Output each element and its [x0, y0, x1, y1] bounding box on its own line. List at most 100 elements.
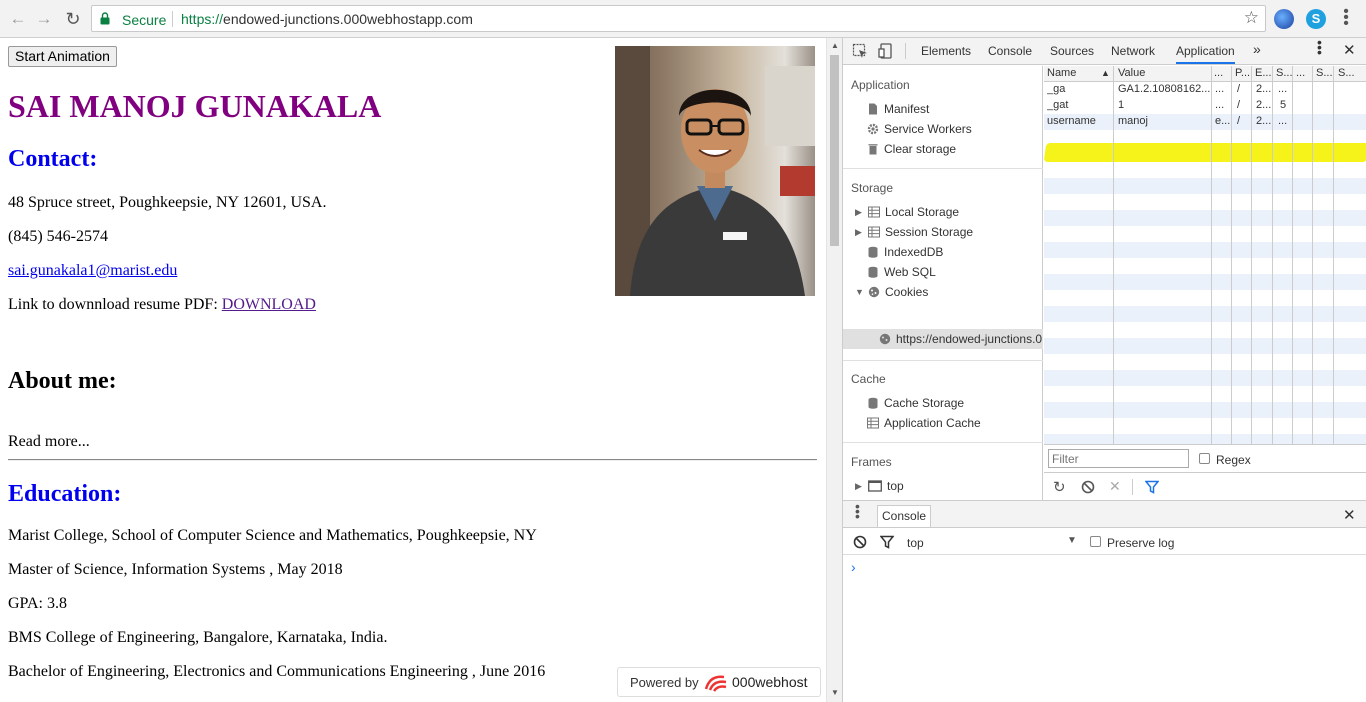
column-divider[interactable] — [1272, 66, 1273, 444]
edu-line: Marist College, School of Computer Scien… — [8, 527, 537, 544]
sidebar-item-indexeddb[interactable]: IndexedDB — [867, 245, 943, 259]
devtools-menu-icon[interactable]: • • • — [1317, 35, 1322, 59]
sort-ascending-icon[interactable]: ▲ — [1101, 68, 1110, 78]
browser-toolbar: ← → ↻ Secure https://endowed-junctions.0… — [0, 0, 1366, 38]
column-divider[interactable] — [1333, 66, 1334, 444]
sidebar-item-frame-top[interactable]: ▶ top — [855, 479, 904, 493]
browser-menu-icon[interactable]: • • • — [1341, 4, 1351, 32]
collapse-arrow-icon[interactable]: ▼ — [855, 287, 864, 297]
powered-by-badge[interactable]: Powered by 000webhost — [617, 667, 821, 697]
url-text[interactable]: https://endowed-junctions.000webhostapp.… — [181, 11, 473, 27]
table-row[interactable]: username manoj e... / 2... ... — [1044, 114, 1366, 130]
regex-checkbox[interactable] — [1199, 453, 1210, 464]
sidebar-item-application-cache[interactable]: Application Cache — [867, 416, 981, 430]
section-storage: Storage — [851, 181, 894, 195]
column-divider[interactable] — [1292, 66, 1293, 444]
column-divider[interactable] — [1251, 66, 1252, 444]
sidebar-item-service-workers[interactable]: Service Workers — [867, 122, 972, 136]
cell-path: / — [1237, 115, 1241, 127]
context-selector[interactable]: top — [907, 536, 924, 550]
column-divider[interactable] — [1211, 66, 1212, 444]
expand-arrow-icon[interactable]: ▶ — [855, 481, 863, 492]
column-header-size[interactable]: S... — [1276, 67, 1293, 79]
refresh-icon[interactable]: ↻ — [1053, 478, 1066, 496]
scroll-up-icon[interactable]: ▲ — [831, 41, 839, 50]
scroll-down-icon[interactable]: ▼ — [831, 688, 839, 697]
column-header-http[interactable]: ... — [1296, 67, 1305, 79]
read-more-text[interactable]: Read more... — [8, 433, 90, 451]
reload-icon[interactable]: ↻ — [61, 7, 85, 31]
section-cache: Cache — [851, 372, 886, 386]
inspect-element-icon[interactable] — [852, 43, 868, 59]
resume-line: Link to downnload resume PDF: DOWNLOAD — [8, 296, 316, 314]
column-header-path[interactable]: P... — [1235, 67, 1250, 79]
column-header-domain[interactable]: ... — [1214, 67, 1223, 79]
edu-line: BMS College of Engineering, Bangalore, K… — [8, 629, 388, 646]
section-frames: Frames — [851, 455, 892, 469]
close-devtools-icon[interactable]: ✕ — [1343, 41, 1356, 59]
powered-by-brand: 000webhost — [732, 674, 808, 690]
email-link[interactable]: sai.gunakala1@marist.edu — [8, 262, 177, 280]
filter-icon[interactable] — [880, 535, 894, 549]
sidebar-item-cache-storage[interactable]: Cache Storage — [867, 396, 964, 410]
column-header-value[interactable]: Value — [1118, 67, 1145, 79]
close-drawer-icon[interactable]: ✕ — [1343, 506, 1356, 524]
expand-arrow-icon[interactable]: ▶ — [855, 227, 863, 238]
tab-network[interactable]: Network — [1111, 44, 1155, 58]
skype-extension-icon[interactable]: S — [1306, 9, 1326, 29]
cell-expires: 2... — [1256, 99, 1272, 111]
start-animation-button[interactable]: Start Animation — [8, 46, 117, 67]
console-drawer: • • • Console ✕ top ▼ Preserve log › — [843, 499, 1366, 702]
more-tabs-icon[interactable]: » — [1253, 41, 1261, 57]
filter-input[interactable] — [1048, 449, 1189, 468]
column-divider[interactable] — [1312, 66, 1313, 444]
tab-console[interactable]: Console — [988, 44, 1032, 58]
sidebar-item-label: Local Storage — [885, 205, 960, 219]
device-toolbar-icon[interactable] — [878, 43, 894, 59]
tab-elements[interactable]: Elements — [921, 44, 971, 58]
grid-icon — [868, 226, 880, 238]
table-row[interactable]: _gat 1 ... / 2... 5 — [1044, 98, 1366, 114]
tab-application[interactable]: Application — [1176, 44, 1235, 64]
sidebar-item-local-storage[interactable]: ▶ Local Storage — [855, 205, 959, 219]
clear-console-icon[interactable] — [853, 535, 867, 549]
console-toolbar: top ▼ Preserve log — [843, 529, 1366, 555]
delete-selected-icon[interactable]: ✕ — [1109, 478, 1121, 495]
address-bar[interactable]: Secure https://endowed-junctions.000webh… — [91, 5, 1266, 32]
column-header-name[interactable]: Name — [1047, 67, 1076, 79]
column-header-expires[interactable]: E... — [1255, 67, 1272, 79]
clear-all-icon[interactable] — [1081, 480, 1095, 494]
table-row[interactable]: _ga GA1.2.10808162... ... / 2... ... — [1044, 82, 1366, 98]
sidebar-item-cookies[interactable]: ▼ Cookies — [855, 285, 928, 299]
console-prompt[interactable]: › — [851, 559, 856, 575]
section-application: Application — [851, 78, 910, 92]
column-divider[interactable] — [1231, 66, 1232, 444]
page-scrollbar[interactable]: ▲ ▼ — [826, 38, 842, 702]
forward-arrow-icon[interactable]: → — [32, 7, 56, 31]
drawer-tab-console[interactable]: Console — [877, 505, 932, 527]
sidebar-item-clear-storage[interactable]: Clear storage — [867, 142, 956, 156]
column-header-samesite[interactable]: S... — [1338, 67, 1355, 79]
filter-icon[interactable] — [1145, 480, 1159, 494]
chevron-down-icon[interactable]: ▼ — [1067, 535, 1077, 546]
expand-arrow-icon[interactable]: ▶ — [855, 207, 863, 218]
column-divider[interactable] — [1113, 66, 1114, 444]
column-header-secure[interactable]: S... — [1316, 67, 1333, 79]
tab-sources[interactable]: Sources — [1050, 44, 1094, 58]
sidebar-item-label: Session Storage — [885, 225, 974, 239]
drawer-menu-icon[interactable]: • • • — [855, 499, 860, 523]
sidebar-item-session-storage[interactable]: ▶ Session Storage — [855, 225, 973, 239]
cell-expires: 2... — [1256, 115, 1272, 127]
table-stripe — [1044, 434, 1366, 444]
sidebar-item-cookie-origin[interactable]: https://endowed-junctions.0 — [843, 329, 1043, 349]
preserve-log-checkbox[interactable] — [1090, 536, 1101, 547]
cell-expires: 2... — [1256, 83, 1272, 95]
sidebar-item-manifest[interactable]: Manifest — [867, 102, 929, 116]
star-icon[interactable]: ☆ — [1244, 8, 1259, 28]
back-arrow-icon[interactable]: ← — [6, 7, 30, 31]
download-link[interactable]: DOWNLOAD — [222, 296, 316, 313]
sidebar-item-websql[interactable]: Web SQL — [867, 265, 936, 279]
scrollbar-thumb[interactable] — [830, 55, 839, 246]
frame-icon — [868, 480, 882, 492]
extension-globe-icon[interactable] — [1274, 9, 1294, 29]
